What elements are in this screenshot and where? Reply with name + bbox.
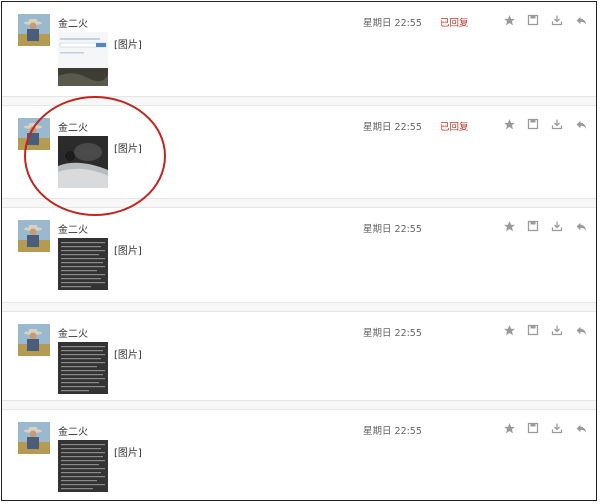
sender-name: 金二火: [58, 225, 88, 236]
image-thumbnail[interactable]: [58, 136, 108, 188]
image-thumbnail[interactable]: [58, 32, 108, 86]
sender-name: 金二火: [58, 123, 88, 134]
save-icon[interactable]: [526, 323, 540, 337]
avatar[interactable]: [18, 220, 50, 252]
reply-icon[interactable]: [574, 219, 588, 233]
image-label: [图片]: [114, 40, 142, 51]
image-label: [图片]: [114, 246, 142, 257]
divider: [2, 198, 596, 208]
image-label: [图片]: [114, 448, 142, 459]
message-time: 星期日 22:55: [363, 328, 422, 339]
message-time: 星期日 22:55: [363, 122, 422, 133]
avatar[interactable]: [18, 14, 50, 46]
avatar[interactable]: [18, 422, 50, 454]
save-icon[interactable]: [526, 13, 540, 27]
message-actions: [502, 13, 588, 27]
image-thumbnail[interactable]: [58, 342, 108, 394]
sender-name: 金二火: [58, 19, 88, 30]
reply-icon[interactable]: [574, 13, 588, 27]
sender-name: 金二火: [58, 329, 88, 340]
divider: [2, 400, 596, 410]
avatar[interactable]: [18, 118, 50, 150]
star-icon[interactable]: [502, 219, 516, 233]
image-thumbnail[interactable]: [58, 238, 108, 290]
replied-status: 已回复: [440, 122, 469, 133]
reply-icon[interactable]: [574, 421, 588, 435]
message-item[interactable]: 金二火 [图片] 星期日 22:55: [2, 410, 596, 500]
save-icon[interactable]: [526, 421, 540, 435]
star-icon[interactable]: [502, 13, 516, 27]
avatar[interactable]: [18, 324, 50, 356]
divider: [2, 302, 596, 312]
save-icon[interactable]: [526, 117, 540, 131]
message-item[interactable]: 金二火 [图片] 星期日 22:55: [2, 208, 596, 302]
download-icon[interactable]: [550, 323, 564, 337]
message-actions: [502, 421, 588, 435]
download-icon[interactable]: [550, 117, 564, 131]
message-time: 星期日 22:55: [363, 224, 422, 235]
message-list: 金二火 [图片] 星期日 22:55 已回复 金二火 [图片] 星期日 22:5…: [1, 1, 597, 501]
message-time: 星期日 22:55: [363, 18, 422, 29]
replied-status: 已回复: [440, 18, 469, 29]
message-actions: [502, 219, 588, 233]
image-thumbnail[interactable]: [58, 440, 108, 492]
message-item[interactable]: 金二火 [图片] 星期日 22:55 已回复: [2, 2, 596, 96]
message-actions: [502, 117, 588, 131]
download-icon[interactable]: [550, 13, 564, 27]
download-icon[interactable]: [550, 421, 564, 435]
message-actions: [502, 323, 588, 337]
message-time: 星期日 22:55: [363, 426, 422, 437]
reply-icon[interactable]: [574, 117, 588, 131]
image-label: [图片]: [114, 144, 142, 155]
image-label: [图片]: [114, 350, 142, 361]
star-icon[interactable]: [502, 323, 516, 337]
star-icon[interactable]: [502, 421, 516, 435]
sender-name: 金二火: [58, 427, 88, 438]
divider: [2, 96, 596, 106]
star-icon[interactable]: [502, 117, 516, 131]
download-icon[interactable]: [550, 219, 564, 233]
message-item[interactable]: 金二火 [图片] 星期日 22:55: [2, 312, 596, 400]
save-icon[interactable]: [526, 219, 540, 233]
reply-icon[interactable]: [574, 323, 588, 337]
message-item[interactable]: 金二火 [图片] 星期日 22:55 已回复: [2, 106, 596, 198]
